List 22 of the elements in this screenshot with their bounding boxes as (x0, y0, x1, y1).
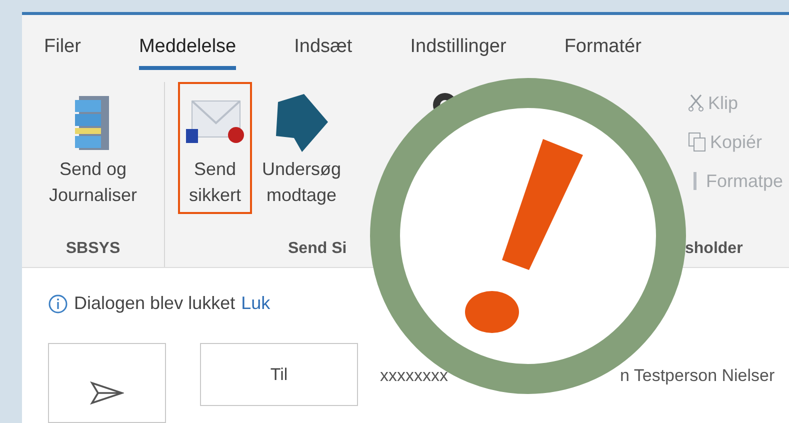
recipient-text: n Testperson Nielser (620, 365, 775, 387)
info-icon (48, 294, 68, 314)
to-button[interactable]: Til (200, 343, 358, 406)
ribbon-button[interactable]: Undersøg modtage (256, 82, 348, 214)
info-message: Dialogen blev lukket (74, 292, 236, 315)
ribbon-tab[interactable]: Indsæt (294, 33, 352, 70)
ribbon-tab[interactable]: Formatér (564, 33, 642, 70)
ribbon-tab[interactable]: Indstillinger (410, 33, 506, 70)
recipient-text: xxxxxxxx (380, 365, 449, 387)
ribbon-button[interactable]: Send og Journaliser (42, 82, 144, 214)
paper-plane-icon (90, 381, 124, 405)
group-label: sholder (685, 239, 744, 259)
ribbon-button[interactable]: Send sikkert (178, 82, 252, 214)
arrow-icon (274, 92, 330, 154)
copy-icon (688, 132, 706, 152)
scissors-icon (688, 94, 704, 112)
group-label: Send Si (288, 239, 348, 259)
ribbon-tab[interactable]: Filer (44, 33, 81, 70)
ribbon-tab[interactable]: Meddelelse (138, 33, 236, 70)
send-button[interactable] (48, 343, 166, 423)
group-label: SBSYS (66, 239, 120, 259)
close-link[interactable]: Luk (241, 290, 270, 317)
